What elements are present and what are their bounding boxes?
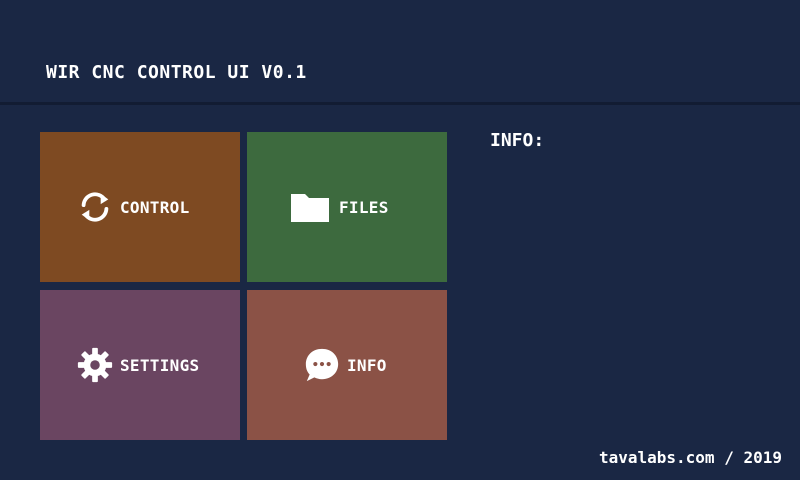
files-tile-label: FILES	[339, 197, 389, 217]
control-tile-button[interactable]: CONTROL	[40, 132, 240, 282]
settings-tile-label: SETTINGS	[120, 355, 200, 375]
info-tile-button[interactable]: INFO	[247, 290, 447, 440]
chat-bubble-icon	[303, 346, 341, 384]
control-tile-label: CONTROL	[120, 197, 190, 217]
app-title: WIR CNC CONTROL UI V0.1	[46, 62, 307, 83]
info-tile-label: INFO	[347, 355, 387, 375]
settings-tile-button[interactable]: SETTINGS	[40, 290, 240, 440]
gear-icon	[76, 346, 114, 384]
files-tile-button[interactable]: FILES	[247, 132, 447, 282]
info-panel-heading: INFO:	[490, 130, 545, 151]
refresh-icon	[76, 188, 114, 226]
footer-credit: tavalabs.com / 2019	[598, 448, 782, 467]
header-divider	[0, 102, 800, 105]
folder-icon	[289, 188, 331, 226]
